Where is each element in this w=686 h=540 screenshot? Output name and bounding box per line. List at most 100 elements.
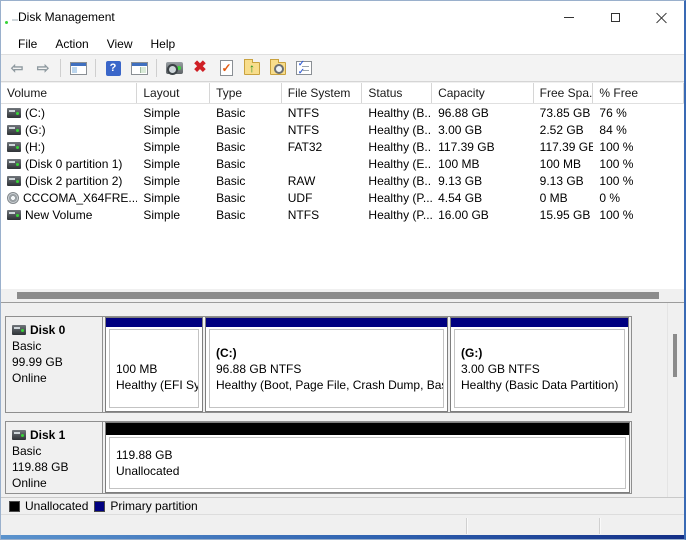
back-button[interactable]: ⇦ bbox=[5, 57, 29, 79]
cell-file-system: NTFS bbox=[282, 208, 363, 222]
cell-free-space: 2.52 GB bbox=[534, 123, 594, 137]
disk-icon bbox=[7, 210, 21, 220]
cell-status: Healthy (P... bbox=[362, 191, 432, 205]
cell-capacity: 3.00 GB bbox=[432, 123, 534, 137]
primary-partition-swatch bbox=[94, 501, 105, 512]
header-pct-free[interactable]: % Free bbox=[593, 83, 684, 103]
menu-view[interactable]: View bbox=[98, 35, 142, 53]
cell-layout: Simple bbox=[137, 140, 210, 154]
cell-pct-free: 100 % bbox=[593, 157, 684, 171]
back-icon: ⇦ bbox=[11, 61, 24, 76]
close-button[interactable] bbox=[638, 1, 684, 33]
unallocated-swatch bbox=[9, 501, 20, 512]
volume-list-header: Volume Layout Type File System Status Ca… bbox=[1, 83, 684, 104]
action-pane-icon bbox=[131, 62, 148, 75]
header-volume[interactable]: Volume bbox=[1, 83, 137, 103]
partition-efi[interactable]: 100 MB Healthy (EFI Sys bbox=[105, 317, 203, 412]
cell-file-system: FAT32 bbox=[282, 140, 363, 154]
unallocated-region[interactable]: 119.88 GB Unallocated bbox=[105, 422, 630, 493]
table-row[interactable]: (C:) Simple Basic NTFS Healthy (B... 96.… bbox=[1, 104, 684, 121]
cell-layout: Simple bbox=[137, 157, 210, 171]
disk-properties-icon bbox=[166, 62, 183, 74]
partition-color-bar bbox=[106, 318, 202, 327]
legend-label: Unallocated bbox=[25, 499, 88, 513]
cell-free-space: 100 MB bbox=[534, 157, 594, 171]
volume-name: (G:) bbox=[25, 123, 46, 137]
disk-size: 119.88 GB bbox=[12, 459, 96, 475]
vertical-scrollbar[interactable] bbox=[667, 303, 681, 497]
header-status[interactable]: Status bbox=[362, 83, 432, 103]
vertical-scrollbar-thumb[interactable] bbox=[673, 334, 677, 377]
disk-0-row: Disk 0 Basic 99.99 GB Online 100 MB Heal… bbox=[5, 316, 632, 413]
minimize-button[interactable] bbox=[546, 1, 592, 33]
disk-status: Online bbox=[12, 475, 96, 491]
toolbar-separator bbox=[60, 59, 61, 77]
maximize-button[interactable] bbox=[592, 1, 638, 33]
console-tree-icon bbox=[70, 62, 87, 75]
delete-icon: ✖ bbox=[193, 60, 206, 76]
disk-properties-button[interactable] bbox=[162, 57, 186, 79]
show-console-tree-button[interactable] bbox=[66, 57, 90, 79]
menu-action[interactable]: Action bbox=[46, 35, 97, 53]
maximize-icon bbox=[611, 13, 620, 22]
forward-button[interactable]: ⇨ bbox=[31, 57, 55, 79]
horizontal-scrollbar-thumb[interactable] bbox=[17, 292, 659, 299]
volume-name: (H:) bbox=[25, 140, 45, 154]
header-file-system[interactable]: File System bbox=[282, 83, 363, 103]
cell-pct-free: 100 % bbox=[593, 140, 684, 154]
properties-list-icon bbox=[296, 61, 312, 75]
disk-icon bbox=[12, 325, 26, 335]
cell-capacity: 100 MB bbox=[432, 157, 534, 171]
cell-type: Basic bbox=[210, 174, 282, 188]
explore-button[interactable] bbox=[266, 57, 290, 79]
partition-color-bar bbox=[206, 318, 447, 327]
properties-list-button[interactable] bbox=[292, 57, 316, 79]
menu-file[interactable]: File bbox=[9, 35, 46, 53]
delete-volume-button[interactable]: ✖ bbox=[188, 57, 212, 79]
disk-management-window: Disk Management File Action View Help ⇦ … bbox=[0, 0, 686, 540]
cell-status: Healthy (B... bbox=[362, 140, 432, 154]
show-action-pane-button[interactable] bbox=[127, 57, 151, 79]
partition-status: Healthy (Basic Data Partition) bbox=[461, 377, 618, 393]
table-row[interactable]: (Disk 2 partition 2) Simple Basic RAW He… bbox=[1, 172, 684, 189]
partition-c[interactable]: (C:) 96.88 GB NTFS Healthy (Boot, Page F… bbox=[205, 317, 448, 412]
partition-size: 3.00 GB NTFS bbox=[461, 361, 618, 377]
disk-icon bbox=[7, 142, 21, 152]
header-type[interactable]: Type bbox=[210, 83, 282, 103]
header-free-space[interactable]: Free Spa... bbox=[534, 83, 594, 103]
help-button[interactable]: ? bbox=[101, 57, 125, 79]
task-check-button[interactable] bbox=[214, 57, 238, 79]
cell-type: Basic bbox=[210, 191, 282, 205]
forward-icon: ⇨ bbox=[37, 61, 50, 76]
cell-status: Healthy (E... bbox=[362, 157, 432, 171]
table-row[interactable]: (H:) Simple Basic FAT32 Healthy (B... 11… bbox=[1, 138, 684, 155]
status-bar bbox=[1, 514, 684, 537]
status-bar-separator bbox=[466, 518, 467, 534]
disk-1-label[interactable]: Disk 1 Basic 119.88 GB Online bbox=[6, 422, 103, 493]
header-capacity[interactable]: Capacity bbox=[432, 83, 534, 103]
cell-type: Basic bbox=[210, 123, 282, 137]
partition-status: Healthy (EFI Sys bbox=[116, 377, 192, 393]
menu-help[interactable]: Help bbox=[142, 35, 185, 53]
header-layout[interactable]: Layout bbox=[137, 83, 210, 103]
close-icon bbox=[656, 12, 667, 23]
legend-bar: Unallocated Primary partition bbox=[1, 497, 684, 514]
partition-g[interactable]: (G:) 3.00 GB NTFS Healthy (Basic Data Pa… bbox=[450, 317, 629, 412]
toolbar-separator bbox=[95, 59, 96, 77]
cell-file-system: NTFS bbox=[282, 106, 363, 120]
window-bottom-border bbox=[1, 535, 684, 539]
disk-0-label[interactable]: Disk 0 Basic 99.99 GB Online bbox=[6, 317, 103, 412]
cell-capacity: 16.00 GB bbox=[432, 208, 534, 222]
cell-capacity: 117.39 GB bbox=[432, 140, 534, 154]
table-row[interactable]: CCCOMA_X64FRE... Simple Basic UDF Health… bbox=[1, 189, 684, 206]
table-row[interactable]: (G:) Simple Basic NTFS Healthy (B... 3.0… bbox=[1, 121, 684, 138]
open-button[interactable] bbox=[240, 57, 264, 79]
table-row[interactable]: New Volume Simple Basic NTFS Healthy (P.… bbox=[1, 206, 684, 223]
cell-pct-free: 0 % bbox=[593, 191, 684, 205]
cell-file-system: RAW bbox=[282, 174, 363, 188]
disk-name: Disk 0 bbox=[30, 322, 65, 338]
table-row[interactable]: (Disk 0 partition 1) Simple Basic Health… bbox=[1, 155, 684, 172]
volume-name: CCCOMA_X64FRE... bbox=[23, 191, 137, 205]
horizontal-scrollbar[interactable] bbox=[1, 289, 684, 302]
volume-name: New Volume bbox=[25, 208, 92, 222]
